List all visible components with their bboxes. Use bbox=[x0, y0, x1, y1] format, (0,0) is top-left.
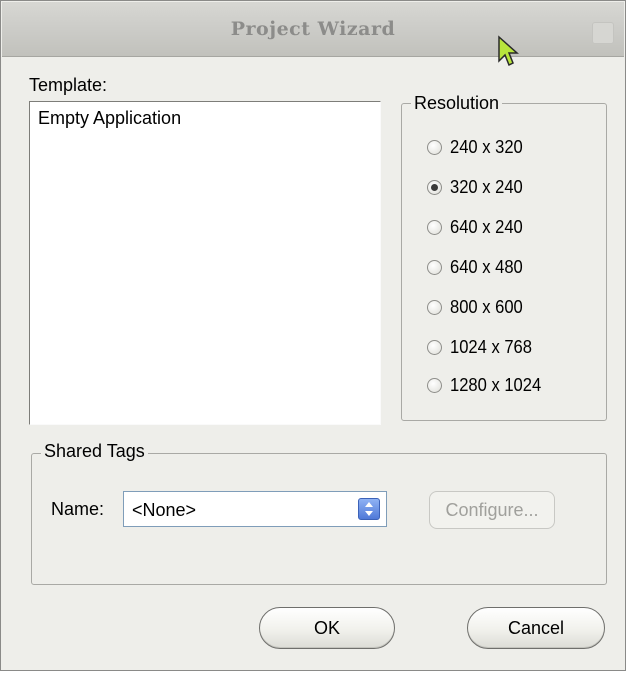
close-button[interactable] bbox=[592, 22, 614, 44]
template-item-empty-application[interactable]: Empty Application bbox=[38, 108, 181, 129]
radio-button-icon[interactable] bbox=[427, 219, 442, 235]
name-label: Name: bbox=[51, 499, 105, 519]
radio-button-icon[interactable] bbox=[427, 259, 442, 275]
window-title: Project Wizard bbox=[230, 18, 396, 40]
title-bar[interactable]: Project Wizard bbox=[2, 2, 624, 57]
radio-800x600[interactable]: 800 x 600 bbox=[427, 295, 529, 319]
template-label: Template: bbox=[29, 75, 108, 95]
radio-button-icon[interactable] bbox=[427, 299, 442, 315]
ok-button[interactable]: OK bbox=[259, 607, 395, 649]
radio-1280x1024[interactable]: 1280 x 1024 bbox=[427, 373, 549, 397]
resolution-group-label: Resolution bbox=[411, 93, 503, 114]
radio-button-icon[interactable] bbox=[427, 377, 442, 393]
radio-button-icon[interactable] bbox=[427, 339, 442, 355]
radio-320x240[interactable]: 320 x 240 bbox=[427, 175, 529, 199]
radio-1024x768[interactable]: 1024 x 768 bbox=[427, 335, 539, 359]
shared-tags-group-label: Shared Tags bbox=[41, 441, 148, 462]
radio-640x480[interactable]: 640 x 480 bbox=[427, 255, 529, 279]
project-wizard-dialog: Project Wizard Template: Empty Applicati… bbox=[0, 0, 626, 671]
combo-value: <None> bbox=[132, 500, 197, 520]
radio-button-checked-icon[interactable] bbox=[427, 179, 442, 195]
dropdown-spin-icon[interactable] bbox=[358, 498, 380, 520]
configure-button[interactable]: Configure... bbox=[429, 491, 555, 529]
radio-640x240[interactable]: 640 x 240 bbox=[427, 215, 529, 239]
radio-240x320[interactable]: 240 x 320 bbox=[427, 135, 529, 159]
radio-button-icon[interactable] bbox=[427, 139, 442, 155]
template-list[interactable]: Empty Application bbox=[29, 101, 381, 425]
cancel-button[interactable]: Cancel bbox=[467, 607, 605, 649]
mouse-cursor-icon bbox=[498, 35, 519, 67]
shared-tags-name-select[interactable]: <None> bbox=[123, 491, 387, 527]
